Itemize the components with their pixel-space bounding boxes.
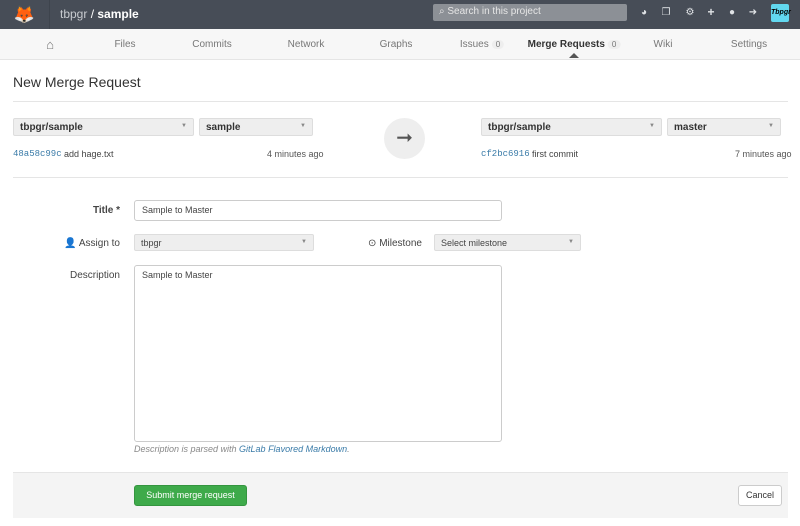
target-project-select[interactable]: tbpgr/sample ▼ xyxy=(481,118,662,136)
tab-merge-requests[interactable]: Merge Requests 0 xyxy=(528,39,621,50)
target-commit-time: 7 minutes ago xyxy=(735,149,792,159)
active-tab-caret-icon xyxy=(569,53,579,58)
chevron-down-icon: ▼ xyxy=(301,239,307,245)
select-value: tbpgr/sample xyxy=(20,122,83,133)
tab-label: Merge Requests xyxy=(527,39,605,50)
assign-label: 👤 Assign to xyxy=(40,238,120,249)
source-commit-message: add hage.txt xyxy=(64,149,114,159)
target-branch-select[interactable]: master ▼ xyxy=(667,118,781,136)
chevron-down-icon: ▼ xyxy=(181,123,187,129)
tab-graphs[interactable]: Graphs xyxy=(380,39,413,50)
cancel-button[interactable]: Cancel xyxy=(738,485,782,506)
tab-commits[interactable]: Commits xyxy=(192,39,231,50)
markdown-link[interactable]: GitLab Flavored Markdown xyxy=(239,444,347,454)
tab-wiki[interactable]: Wiki xyxy=(654,39,673,50)
chevron-down-icon: ▼ xyxy=(568,239,574,245)
tab-network[interactable]: Network xyxy=(288,39,325,50)
source-project-select[interactable]: tbpgr/sample ▼ xyxy=(13,118,194,136)
sign-out-icon[interactable]: ➜ xyxy=(746,7,760,18)
source-commit-sha[interactable]: 48a58c99c xyxy=(13,149,62,159)
copy-icon[interactable]: ❐ xyxy=(659,7,673,18)
search-input[interactable]: ⌕ Search in this project xyxy=(433,4,627,21)
submit-merge-request-button[interactable]: Submit merge request xyxy=(134,485,247,506)
target-commit-sha[interactable]: cf2bc6916 xyxy=(481,149,530,159)
namespace[interactable]: tbpgr xyxy=(60,7,87,21)
chevron-down-icon: ▼ xyxy=(768,123,774,129)
tab-settings[interactable]: Settings xyxy=(731,39,767,50)
tab-files[interactable]: Files xyxy=(114,39,135,50)
nav-home-icon[interactable]: ⌂ xyxy=(46,37,54,52)
markdown-hint: Description is parsed with GitLab Flavor… xyxy=(134,444,350,454)
label-text: Assign to xyxy=(78,238,120,249)
gears-icon[interactable]: ⚙ xyxy=(683,7,697,18)
source-branch-select[interactable]: sample ▼ xyxy=(199,118,313,136)
chevron-down-icon: ▼ xyxy=(649,123,655,129)
milestone-select[interactable]: Select milestone ▼ xyxy=(434,234,581,251)
search-placeholder: Search in this project xyxy=(447,6,541,17)
title-label: Title * xyxy=(92,205,120,216)
select-value: Select milestone xyxy=(441,238,508,248)
user-icon: 👤 xyxy=(64,238,77,249)
tab-label: Issues xyxy=(459,39,489,50)
separator: / xyxy=(87,7,98,21)
project-name[interactable]: sample xyxy=(97,7,138,21)
select-value: master xyxy=(674,122,707,133)
description-textarea[interactable]: Sample to Master xyxy=(134,265,502,442)
plus-icon[interactable]: + xyxy=(704,5,718,19)
clock-icon: ⊙ xyxy=(368,238,377,249)
label-text: Milestone xyxy=(379,238,422,249)
form-actions xyxy=(13,472,788,518)
avatar[interactable]: Tbpgr xyxy=(771,4,791,22)
tab-issues[interactable]: Issues 0 xyxy=(459,39,505,50)
page-title: New Merge Request xyxy=(13,74,141,90)
source-commit-time: 4 minutes ago xyxy=(267,149,324,159)
count-badge: 0 xyxy=(607,40,621,49)
divider xyxy=(13,177,788,178)
project-title[interactable]: tbpgr / sample xyxy=(60,7,139,21)
title-input[interactable]: Sample to Master xyxy=(134,200,502,221)
hint-text: Description is parsed with xyxy=(134,444,240,454)
assignee-select[interactable]: tbpgr ▼ xyxy=(134,234,314,251)
select-value: tbpgr/sample xyxy=(488,122,551,133)
milestone-label: ⊙ Milestone xyxy=(350,238,422,249)
select-value: sample xyxy=(206,122,241,133)
globe-icon[interactable]: ◕ xyxy=(637,7,651,18)
gitlab-logo-icon[interactable]: 🦊 xyxy=(0,0,50,29)
chevron-down-icon: ▼ xyxy=(300,123,306,129)
target-commit-message: first commit xyxy=(532,149,578,159)
description-label: Description xyxy=(69,270,120,281)
hint-text: . xyxy=(347,444,350,454)
user-icon[interactable]: ● xyxy=(725,7,739,18)
arrow-right-icon: ➞ xyxy=(384,118,425,159)
select-value: tbpgr xyxy=(141,238,162,248)
count-badge: 0 xyxy=(491,40,505,49)
divider xyxy=(13,101,788,102)
